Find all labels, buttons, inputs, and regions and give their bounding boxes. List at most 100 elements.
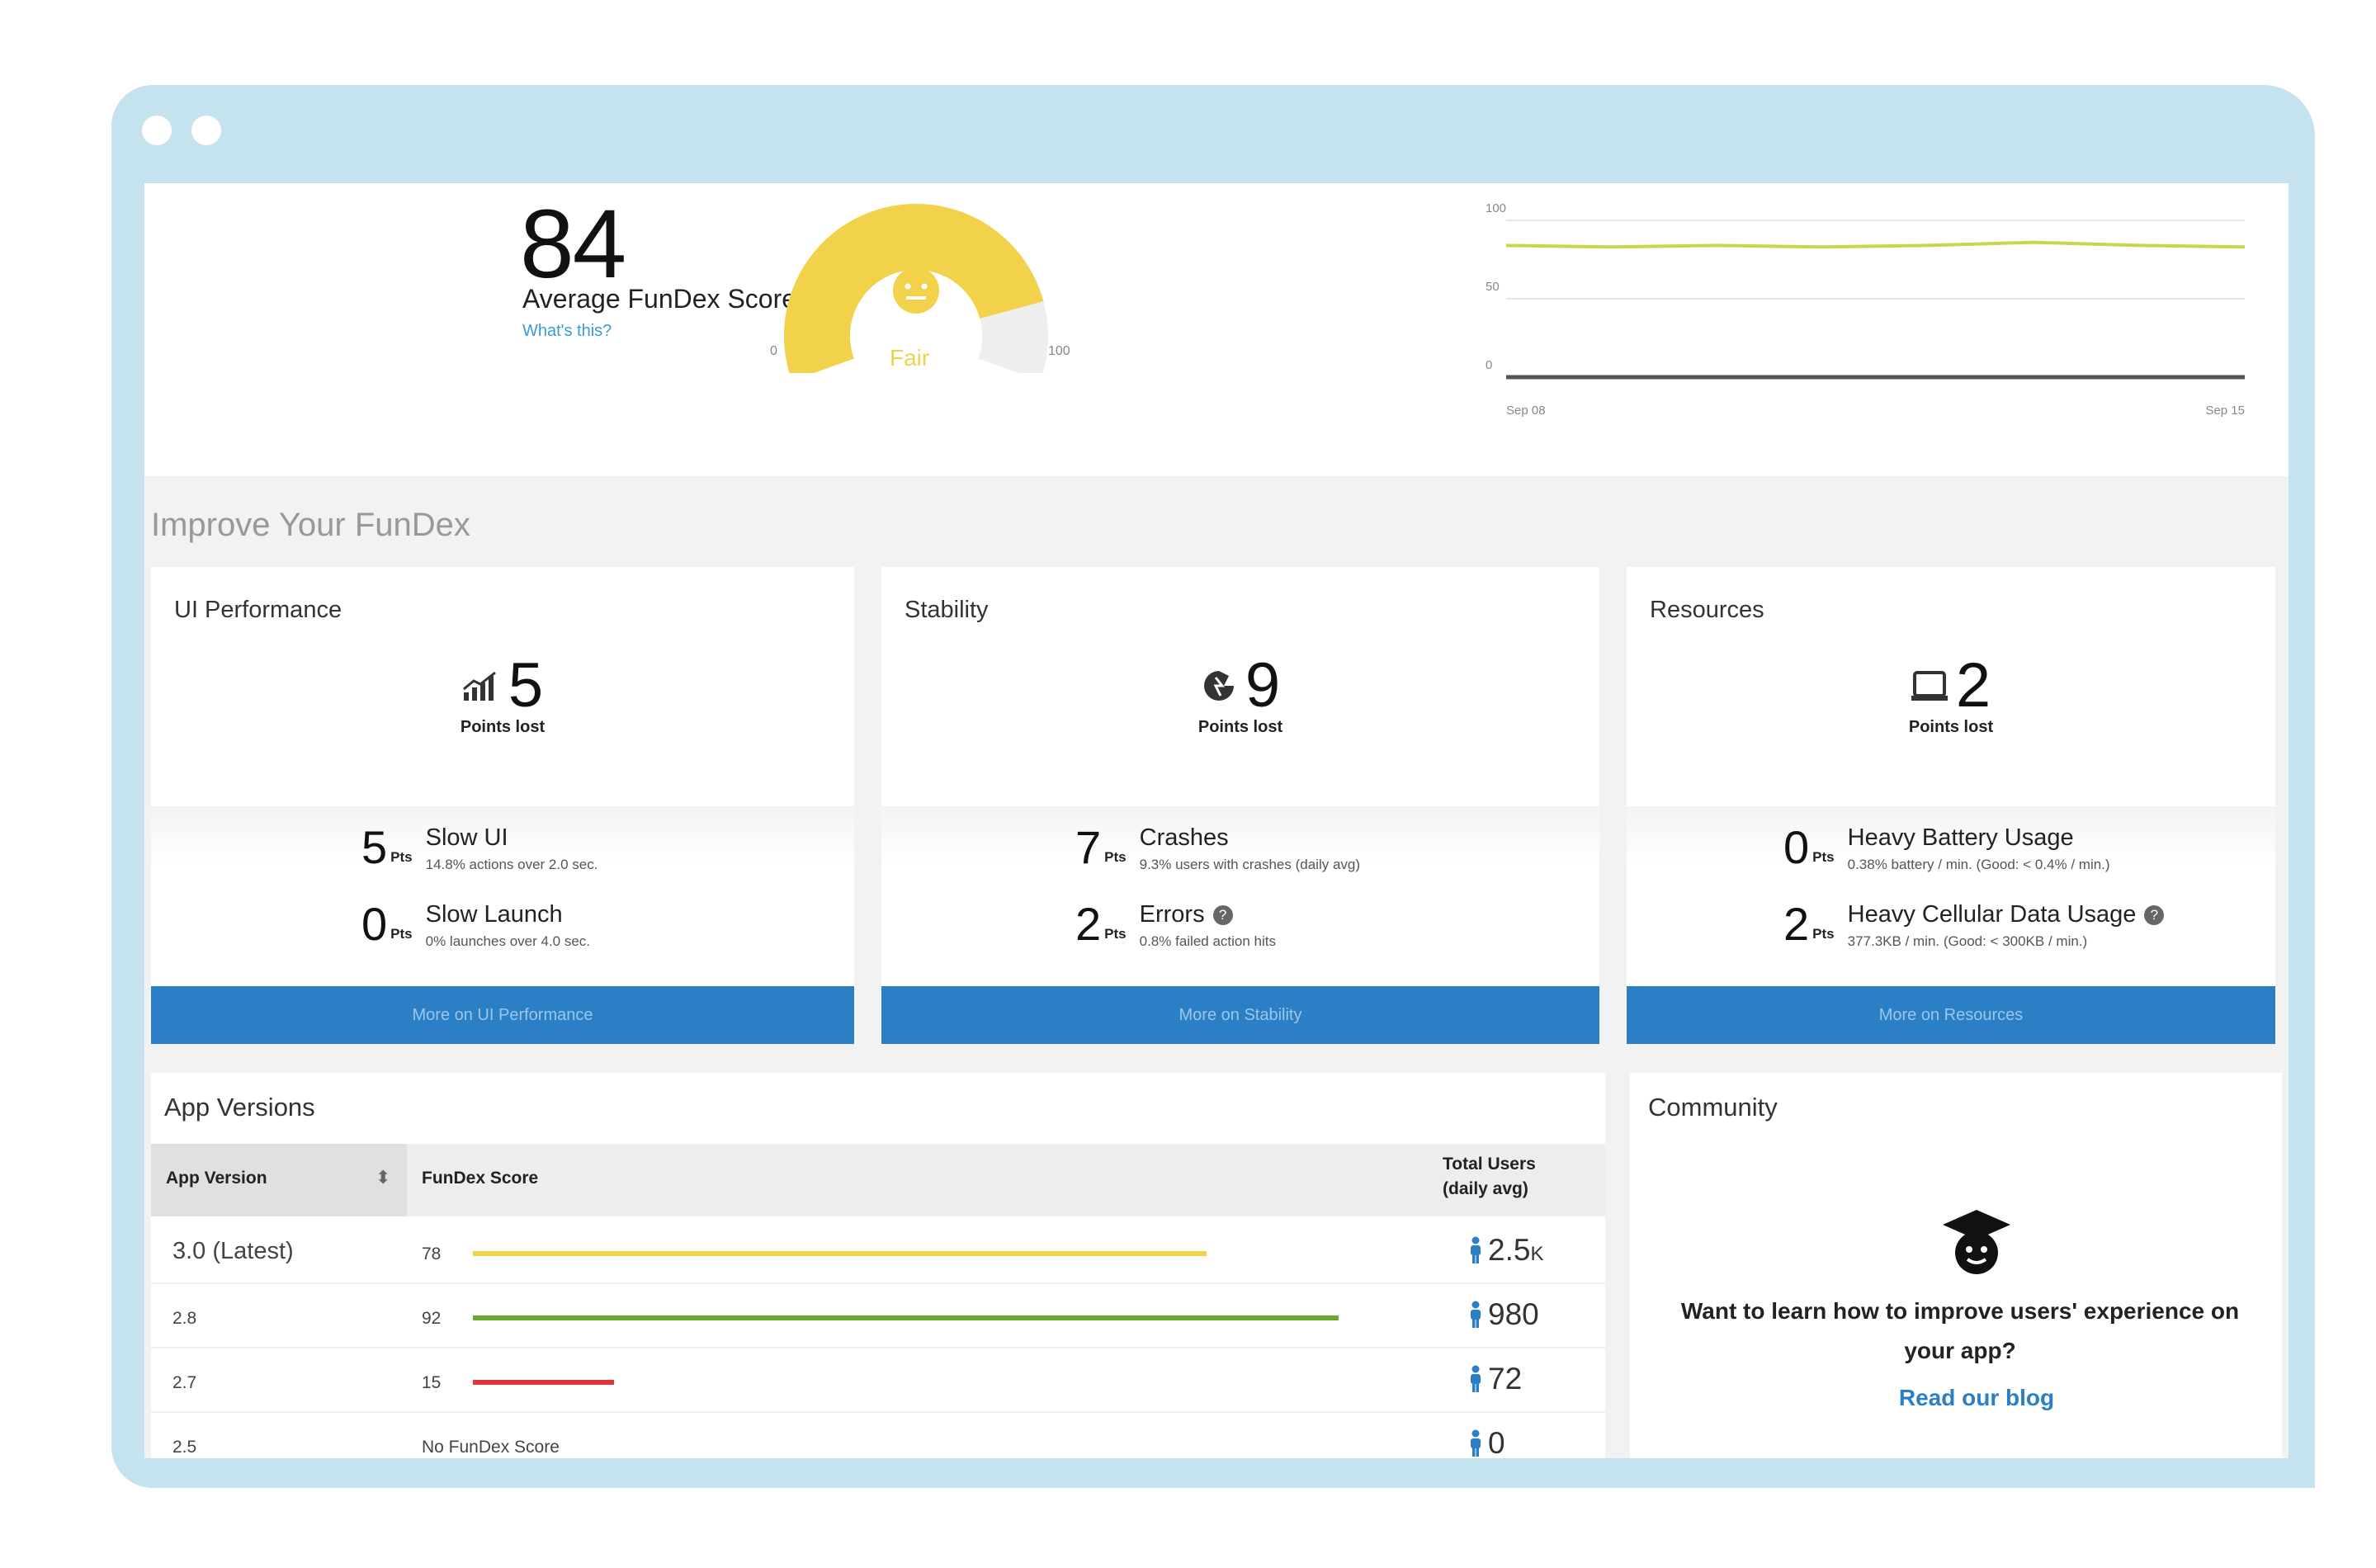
app-versions-panel: App Versions App Version ⬍ FunDex Score …: [151, 1073, 1605, 1458]
user-icon: [1468, 1429, 1483, 1458]
resources-card: Resources 2 Points lost 0 Pts Heavy Batt…: [1627, 567, 2275, 1044]
metric-unit: Pts: [1104, 849, 1127, 865]
fundex-score-column-header: FunDex Score: [422, 1169, 539, 1188]
gauge-status-label: Fair: [890, 345, 930, 371]
help-icon[interactable]: ?: [1212, 905, 1233, 926]
column-label: App Version: [166, 1169, 267, 1188]
column-label: (daily avg): [1443, 1179, 1528, 1198]
app-version-column-header[interactable]: App Version ⬍: [151, 1144, 407, 1216]
score-cell: 15: [422, 1373, 442, 1392]
score-trend-chart: 0 50 100 Sep 08 Sep 15: [1486, 201, 2246, 418]
resources-icon: [1911, 670, 1948, 701]
metric-points: 0: [1783, 821, 1810, 873]
more-stability-button[interactable]: More on Stability: [881, 986, 1599, 1044]
metric-desc: 14.8% actions over 2.0 sec.: [425, 857, 598, 872]
user-icon: [1468, 1365, 1483, 1400]
metric-name: Heavy Cellular Data Usage: [1847, 901, 2137, 928]
stability-icon: [1203, 670, 1234, 701]
y-tick-label: 0: [1486, 358, 1492, 372]
metric-crashes: 7 Pts Crashes 9.3% users with crashes (d…: [1075, 824, 1360, 873]
column-label: Total Users: [1443, 1155, 1536, 1174]
points-lost-value: 5: [508, 650, 544, 720]
metric-name: Crashes: [1139, 824, 1229, 851]
version-cell: 3.0 (Latest): [172, 1238, 294, 1264]
window-dot: [191, 116, 221, 145]
metric-unit: Pts: [390, 849, 413, 865]
users-suffix: K: [1530, 1243, 1544, 1265]
help-icon[interactable]: ?: [2144, 905, 2165, 926]
community-title: Community: [1648, 1093, 1778, 1122]
users-value: 980: [1488, 1297, 1539, 1331]
metric-desc: 377.3KB / min. (Good: < 300KB / min.): [1847, 933, 2088, 949]
users-cell: 0: [1488, 1426, 1505, 1458]
metric-slow-launch: 0 Pts Slow Launch 0% launches over 4.0 s…: [361, 901, 590, 950]
whats-this-link[interactable]: What's this?: [522, 322, 612, 341]
x-tick-label: Sep 15: [2205, 404, 2245, 418]
metric-points: 7: [1075, 821, 1102, 873]
y-tick-label: 100: [1486, 201, 1506, 215]
points-lost-value: 9: [1245, 650, 1281, 720]
window-dot: [142, 116, 172, 145]
user-icon: [1468, 1301, 1483, 1335]
metric-cellular-data-usage: 2 Pts Heavy Cellular Data Usage? 377.3KB…: [1783, 901, 2165, 950]
table-row[interactable]: 2.7 15 72: [151, 1348, 1605, 1413]
neutral-face-icon: [893, 267, 939, 314]
app-versions-title: App Versions: [164, 1093, 315, 1122]
metric-slow-ui: 5 Pts Slow UI 14.8% actions over 2.0 sec…: [361, 824, 598, 873]
card-title: Stability: [905, 597, 989, 623]
metric-unit: Pts: [1812, 849, 1835, 865]
metric-desc: 9.3% users with crashes (daily avg): [1139, 857, 1361, 872]
metric-unit: Pts: [1104, 926, 1127, 942]
card-title: Resources: [1650, 597, 1764, 623]
metric-desc: 0.38% battery / min. (Good: < 0.4% / min…: [1847, 857, 2110, 872]
metric-name: Slow Launch: [425, 901, 563, 928]
table-header: App Version ⬍ FunDex Score Total Users (…: [151, 1144, 1605, 1216]
score-cell: No FunDex Score: [422, 1438, 560, 1457]
x-tick-label: Sep 08: [1506, 404, 1546, 418]
users-value: 0: [1488, 1426, 1505, 1458]
performance-icon: [462, 671, 496, 701]
y-tick-label: 50: [1486, 280, 1500, 294]
table-row[interactable]: 2.5 No FunDex Score 0: [151, 1413, 1605, 1458]
series-line: [1505, 240, 2246, 249]
points-lost-value: 2: [1955, 650, 1991, 720]
table-row[interactable]: 3.0 (Latest) 78 2.5K: [151, 1220, 1605, 1284]
score-bar: [473, 1380, 614, 1385]
total-users-column-header: Total Users (daily avg): [1443, 1152, 1536, 1202]
points-lost-label: Points lost: [460, 718, 546, 736]
metric-errors: 2 Pts Errors? 0.8% failed action hits: [1075, 901, 1276, 950]
score-bar: [473, 1315, 1339, 1320]
summary-panel: 84 Average FunDex Score What's this? 0 1…: [144, 183, 2289, 476]
metric-desc: 0.8% failed action hits: [1139, 933, 1277, 949]
metric-name: Heavy Battery Usage: [1847, 824, 2074, 851]
users-cell: 980: [1488, 1297, 1539, 1332]
sort-icon[interactable]: ⬍: [376, 1167, 390, 1188]
metric-desc: 0% launches over 4.0 sec.: [425, 933, 591, 949]
points-lost-label: Points lost: [1197, 718, 1283, 736]
score-bar: [473, 1251, 1207, 1256]
points-lost-label: Points lost: [1908, 718, 1994, 736]
ui-performance-card: UI Performance 5 Points lost 5 Pts Slow …: [151, 567, 854, 1044]
gauge-max-label: 100: [1048, 344, 1070, 358]
score-cell: 78: [422, 1244, 442, 1263]
users-value: 72: [1488, 1362, 1523, 1396]
version-cell: 2.7: [172, 1373, 197, 1392]
average-score-label: Average FunDex Score: [522, 284, 797, 314]
score-cell: 92: [422, 1309, 442, 1328]
metric-name: Errors: [1139, 901, 1205, 928]
more-resources-button[interactable]: More on Resources: [1627, 986, 2275, 1044]
card-title: UI Performance: [174, 597, 342, 623]
version-cell: 2.5: [172, 1438, 197, 1457]
graduation-cap-icon: [1943, 1210, 2010, 1274]
community-message: Want to learn how to improve users' expe…: [1680, 1298, 2240, 1363]
metric-points: 0: [361, 898, 388, 950]
metric-unit: Pts: [1812, 926, 1835, 942]
metric-name: Slow UI: [425, 824, 508, 851]
version-cell: 2.8: [172, 1309, 197, 1328]
gauge-min-label: 0: [770, 344, 777, 358]
user-icon: [1468, 1236, 1483, 1271]
table-row[interactable]: 2.8 92 980: [151, 1284, 1605, 1348]
more-ui-performance-button[interactable]: More on UI Performance: [151, 986, 854, 1044]
users-cell: 2.5K: [1488, 1233, 1543, 1268]
read-blog-link[interactable]: Read our blog: [1630, 1385, 2289, 1411]
